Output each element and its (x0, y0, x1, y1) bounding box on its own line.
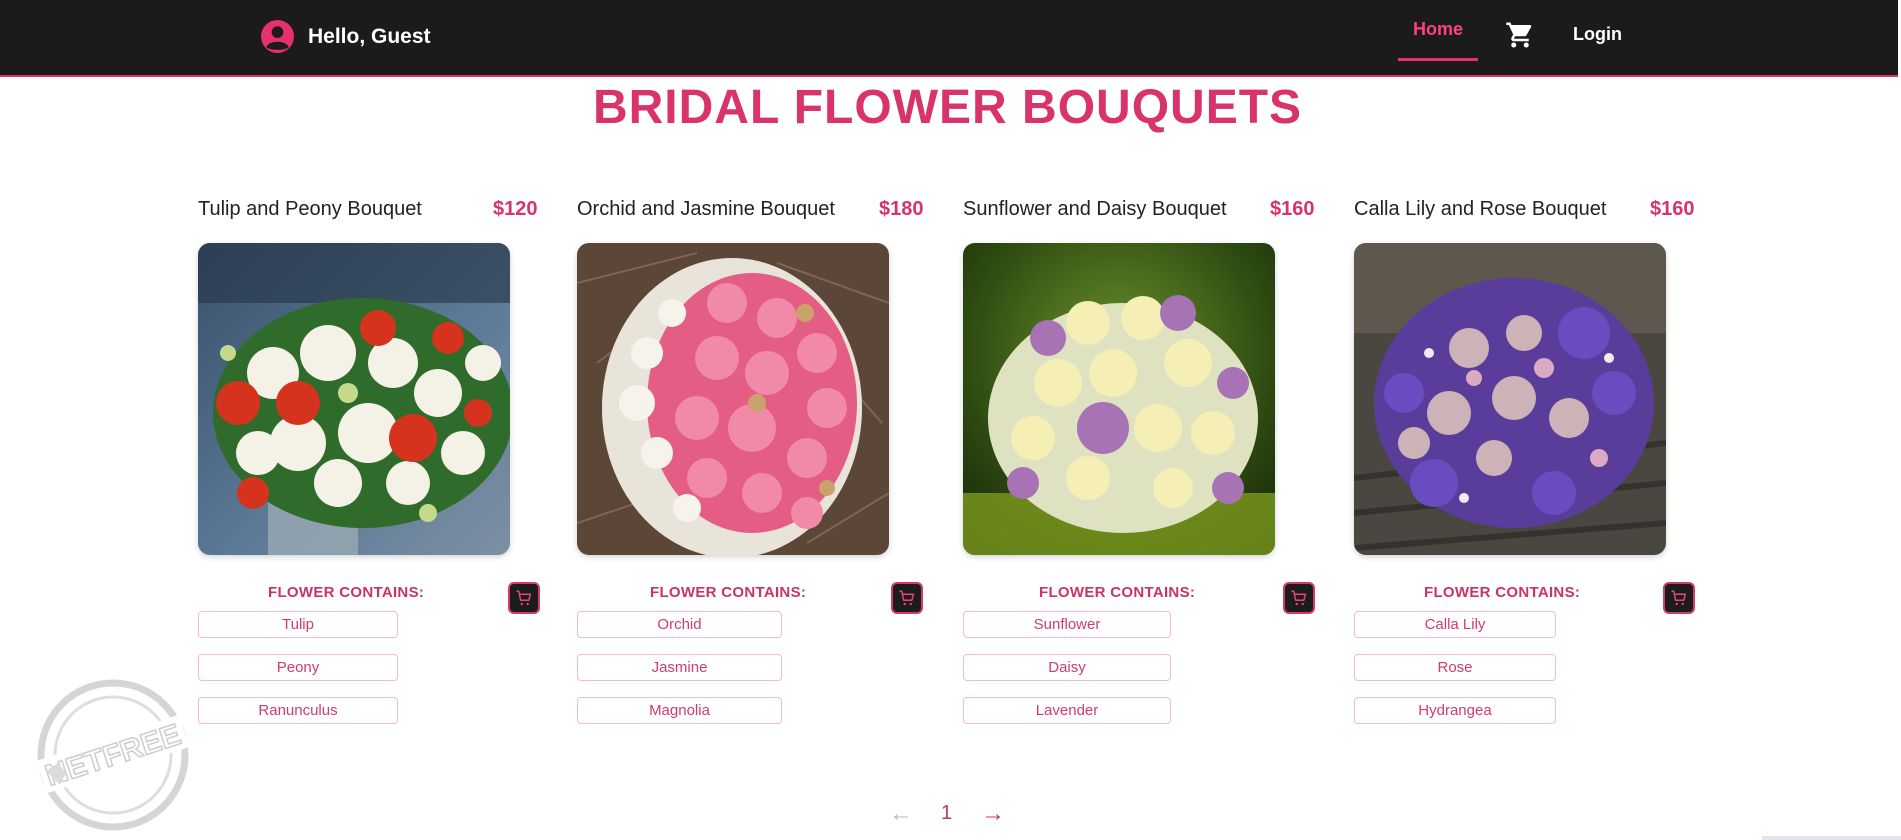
flower-chip: Ranunculus (198, 697, 398, 724)
netfree-watermark-logo: NETFREE (36, 679, 190, 831)
product-image[interactable] (577, 243, 889, 555)
product-price: $160 (1650, 198, 1695, 220)
flower-chip: Calla Lily (1354, 611, 1556, 638)
product-card: Calla Lily and Rose Bouquet $160 FLOWER … (1354, 198, 1699, 724)
next-page-button[interactable]: → (981, 800, 1005, 828)
flower-chip: Rose (1354, 654, 1556, 681)
add-to-cart-button[interactable] (1663, 582, 1695, 614)
previous-page-button[interactable]: ← (889, 800, 913, 828)
add-to-cart-button[interactable] (1283, 582, 1315, 614)
page-title: BRIDAL FLOWER BOUQUETS (592, 81, 1303, 134)
flower-chip: Tulip (198, 611, 398, 638)
user-greeting[interactable]: Hello, Guest (260, 19, 431, 54)
product-price: $120 (493, 198, 538, 220)
product-card: Tulip and Peony Bouquet $120 FLOWER CONT… (198, 198, 540, 724)
product-name: Tulip and Peony Bouquet (198, 198, 422, 220)
product-name: Orchid and Jasmine Bouquet (577, 198, 835, 220)
flower-contains-label: FLOWER CONTAINS: (1039, 584, 1196, 601)
shopping-cart-icon[interactable] (1505, 20, 1535, 50)
cart-icon (516, 590, 532, 606)
flower-contains-label: FLOWER CONTAINS: (1424, 584, 1581, 601)
user-circle-icon (260, 19, 295, 54)
add-to-cart-button[interactable] (508, 582, 540, 614)
product-card: Sunflower and Daisy Bouquet $160 FLOWER … (963, 198, 1318, 724)
nav-login-link[interactable]: Login (1573, 24, 1622, 45)
nav-home-link[interactable]: Home (1398, 0, 1478, 61)
product-card: Orchid and Jasmine Bouquet $180 FLOWER C… (577, 198, 927, 724)
flower-contains-label: FLOWER CONTAINS: (650, 584, 807, 601)
top-navbar: Hello, Guest Home Login (0, 0, 1898, 77)
add-to-cart-button[interactable] (891, 582, 923, 614)
flower-chip: Sunflower (963, 611, 1171, 638)
flower-chip: Lavender (963, 697, 1171, 724)
current-page-number[interactable]: 1 (941, 802, 952, 825)
cart-icon (1671, 590, 1687, 606)
cart-icon (1291, 590, 1307, 606)
product-price: $180 (879, 198, 924, 220)
greeting-text: Hello, Guest (308, 24, 431, 48)
product-image[interactable] (198, 243, 510, 555)
product-name: Sunflower and Daisy Bouquet (963, 198, 1227, 220)
flower-chip: Daisy (963, 654, 1171, 681)
flower-chip: Jasmine (577, 654, 782, 681)
scrollbar-edge (1762, 836, 1901, 840)
product-price: $160 (1270, 198, 1315, 220)
product-image[interactable] (1354, 243, 1666, 555)
flower-chip: Hydrangea (1354, 697, 1556, 724)
flower-chip: Orchid (577, 611, 782, 638)
flower-chip: Peony (198, 654, 398, 681)
flower-chip: Magnolia (577, 697, 782, 724)
flower-contains-label: FLOWER CONTAINS: (268, 584, 425, 601)
cart-icon (899, 590, 915, 606)
product-name: Calla Lily and Rose Bouquet (1354, 198, 1607, 220)
product-image[interactable] (963, 243, 1275, 555)
